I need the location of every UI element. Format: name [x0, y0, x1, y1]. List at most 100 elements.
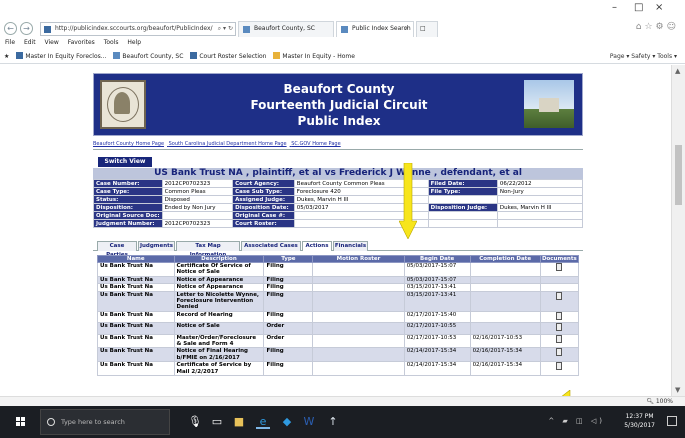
favorite-link-court-roster[interactable]: Court Roster Selection — [190, 50, 266, 64]
table-row: Us Bank Trust Na Notice of Appearance Fili… — [97, 283, 580, 292]
menu-tools[interactable]: Tools — [104, 39, 119, 46]
command-bar[interactable]: Page ▾ Safety ▾ Tools ▾ — [610, 50, 677, 64]
case-info-value — [427, 195, 498, 204]
cell-documents — [539, 262, 580, 277]
tab-associated-cases[interactable]: Associated Cases — [241, 241, 301, 251]
cell-roster — [312, 275, 405, 285]
menu-view[interactable]: View — [45, 39, 59, 46]
case-info-value — [496, 219, 584, 228]
actions-table: Name Description Type Motion Roster Begin Da… — [97, 255, 580, 377]
document-icon[interactable] — [556, 263, 563, 271]
case-info-row: Judgment Number: 2012CP0702323 Court Roste… — [93, 219, 584, 228]
new-tab-button[interactable]: □ — [416, 21, 438, 37]
favorite-link-master-equity[interactable]: Master In Equity Foreclos... — [16, 50, 107, 64]
favorites-star-icon[interactable]: ★ — [4, 50, 9, 64]
case-info-row: Status: Disposed Assigned Judge: Dukes, Mar… — [93, 195, 584, 204]
cell-documents — [539, 275, 580, 285]
favorite-link-beaufort[interactable]: Beaufort County, SC — [113, 50, 183, 64]
document-icon[interactable] — [556, 362, 563, 371]
taskbar-search-input[interactable]: Type here to search — [40, 409, 170, 435]
cell-desc: Certificate of Service by Mail 2/2/2017 — [173, 361, 265, 377]
link-scjd-home[interactable]: South Carolina Judicial Department Home … — [169, 141, 287, 147]
cell-begin: 05/03/2017-15:07 — [403, 262, 471, 277]
scrollbar-thumb[interactable] — [675, 145, 682, 205]
system-tray-icons[interactable]: ^ ▰ ◫ ◁) — [548, 417, 605, 425]
forward-icon[interactable]: → — [20, 22, 33, 35]
vertical-scrollbar[interactable]: ▲ ▼ — [671, 65, 685, 396]
cell-name: Us Bank Trust Na — [97, 275, 175, 285]
word-icon[interactable]: W — [302, 415, 316, 429]
cell-type: Filing — [263, 310, 314, 324]
cell-type: Filing — [263, 361, 314, 377]
case-info-label: Disposition: — [93, 203, 163, 212]
cell-desc: Certificate Of Service of Notice of Sale — [173, 262, 265, 277]
menu-favorites[interactable]: Favorites — [68, 39, 95, 46]
switch-view-button[interactable]: Switch View — [98, 157, 152, 167]
scroll-up-icon[interactable]: ▲ — [675, 67, 680, 75]
page-viewport: Beaufort County Fourteenth Judicial Circ… — [0, 65, 671, 396]
tab-financials[interactable]: Financials — [333, 241, 368, 251]
close-tab-icon[interactable]: × — [404, 22, 409, 36]
case-info-value: Dukes, Marvin H III — [496, 203, 584, 212]
tab-tax-map[interactable]: Tax Map Information — [176, 241, 240, 258]
cell-name: Us Bank Trust Na — [97, 361, 175, 377]
tab-beaufort-county[interactable]: Beaufort County, SC — [238, 21, 334, 37]
case-info-row: Disposition: Ended by Non Jury Disposition… — [93, 203, 584, 212]
case-info-label: Disposition Date: — [232, 203, 295, 212]
address-bar[interactable]: http://publicindex.sccourts.org/beaufort… — [40, 22, 236, 36]
banner-title-circuit: Fourteenth Judicial Circuit — [250, 98, 428, 112]
tab-public-index[interactable]: Public Index Search × — [336, 21, 414, 37]
back-icon[interactable]: ← — [4, 22, 17, 35]
case-info-label: Assigned Judge: — [232, 195, 295, 204]
menu-file[interactable]: File — [5, 39, 15, 46]
file-explorer-icon[interactable]: ■ — [232, 415, 246, 429]
table-row: Us Bank Trust Na Letter to Nicolette Wynn… — [97, 290, 580, 312]
windows-start-icon[interactable] — [16, 417, 26, 427]
people-icon[interactable]: ◆ — [280, 415, 294, 429]
tab-actions[interactable]: Actions — [302, 241, 332, 251]
cell-desc: Notice of Sale — [173, 322, 265, 335]
tab-favicon-icon — [243, 26, 250, 33]
table-row: Us Bank Trust Na Certificate of Service b… — [97, 361, 580, 377]
case-info-label: Case Number: — [93, 179, 163, 188]
menu-help[interactable]: Help — [127, 39, 141, 46]
yellow-down-arrow-icon — [399, 163, 417, 239]
document-icon[interactable] — [556, 348, 563, 357]
link-scgov-home[interactable]: SC.GOV Home Page — [291, 141, 340, 147]
document-icon[interactable] — [556, 334, 563, 343]
document-icon[interactable] — [556, 291, 563, 300]
actions-column-header: Description — [173, 255, 265, 263]
favorites-bar: ★ Master In Equity Foreclos... Beaufort … — [0, 50, 685, 64]
cell-roster — [312, 283, 405, 292]
clock[interactable]: 12:37 PM 5/30/2017 — [624, 412, 655, 430]
cell-begin: 03/15/2017-13:41 — [403, 290, 471, 312]
table-row: Us Bank Trust Na Notice of Appearance Fili… — [97, 275, 580, 285]
pinned-app-icon[interactable]: ↑ — [326, 415, 340, 429]
task-view-icon[interactable]: ▭ — [210, 415, 224, 429]
home-favorites-settings-icon[interactable]: ⌂☆⚙☺ — [636, 22, 679, 32]
cell-desc: Notice of Appearance — [173, 283, 265, 292]
minimize-icon[interactable]: – — [612, 2, 617, 13]
tab-judgments[interactable]: Judgments — [138, 241, 175, 251]
cell-documents — [539, 361, 580, 377]
notifications-icon[interactable] — [667, 416, 677, 426]
favorite-link-master-home[interactable]: Master In Equity - Home — [273, 50, 355, 64]
cell-documents — [539, 333, 580, 349]
case-info-label: Original Case #: — [232, 211, 295, 220]
menu-edit[interactable]: Edit — [24, 39, 36, 46]
document-icon[interactable] — [556, 323, 563, 332]
actions-column-header: Begin Date — [403, 255, 471, 263]
cell-complete: 02/16/2017-15:34 — [469, 361, 541, 377]
scroll-down-icon[interactable]: ▼ — [675, 386, 680, 394]
link-county-home[interactable]: Beaufort County Home Page — [93, 141, 164, 147]
internet-explorer-icon[interactable]: e — [256, 415, 270, 429]
search-refresh-icon[interactable]: ⌕ ▾ ↻ — [218, 23, 233, 35]
maximize-icon[interactable]: □ — [634, 2, 643, 13]
case-info-label: Court Agency: — [232, 179, 295, 188]
tab-case-parties[interactable]: Case Parties — [97, 241, 137, 258]
cell-name: Us Bank Trust Na — [97, 333, 175, 349]
microphone-icon[interactable]: 🎙︎ — [188, 415, 202, 429]
close-window-icon[interactable]: × — [655, 2, 663, 13]
document-icon[interactable] — [556, 311, 563, 320]
cell-roster — [312, 322, 405, 335]
